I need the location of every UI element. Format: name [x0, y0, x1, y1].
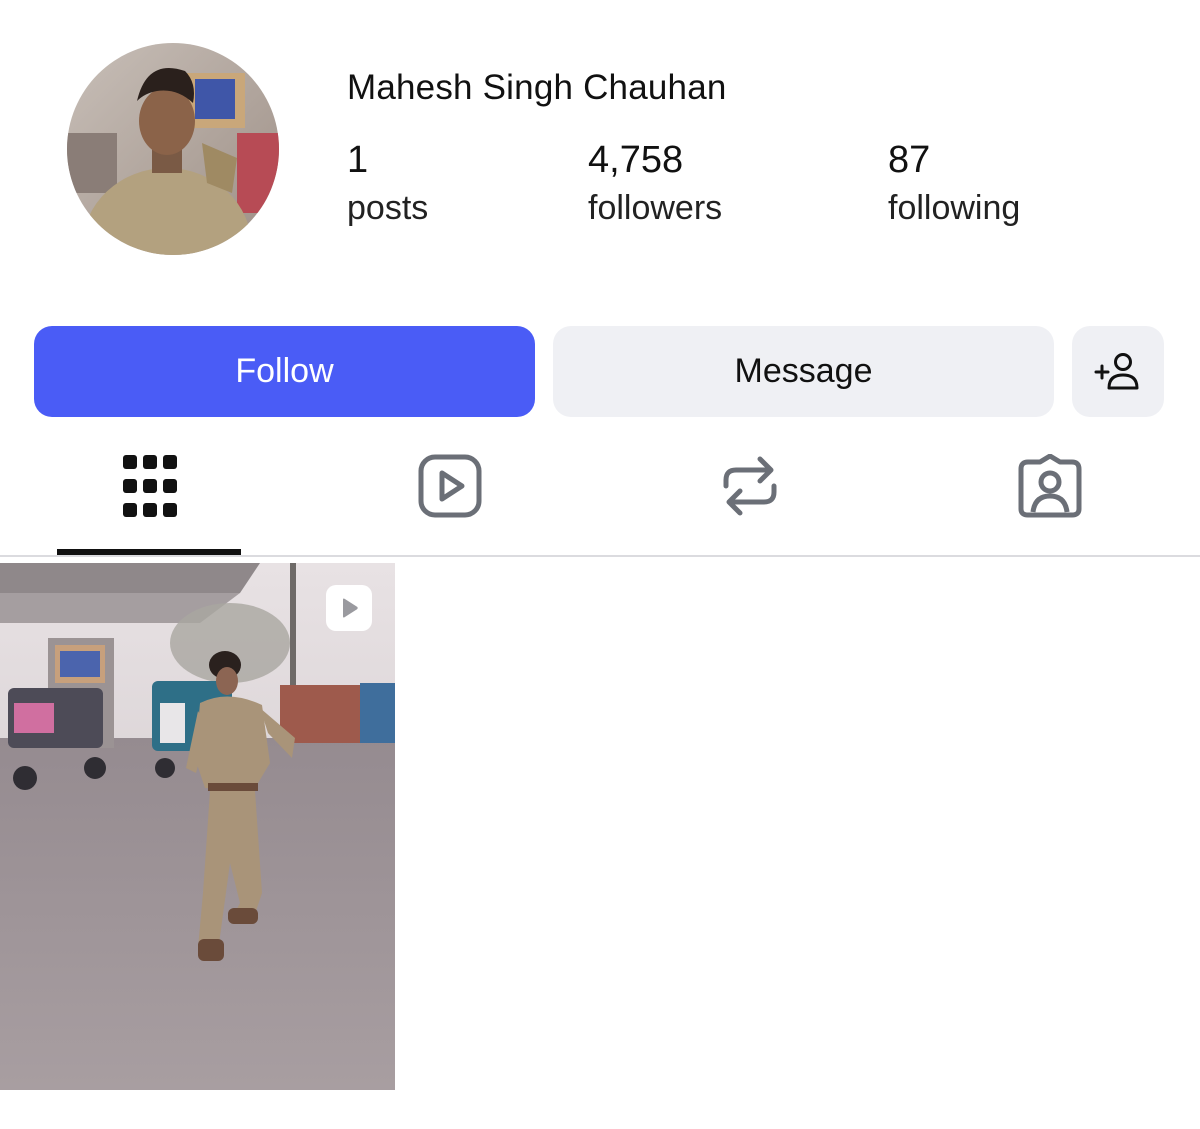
post-thumbnail[interactable]: [0, 563, 395, 1090]
following-stat[interactable]: 87 following: [888, 138, 1020, 230]
grid-icon: [123, 454, 177, 517]
profile-name: Mahesh Singh Chauhan: [347, 68, 727, 107]
message-button[interactable]: Message: [553, 326, 1054, 417]
followers-count: 4,758: [588, 139, 684, 181]
avatar-photo: [67, 43, 279, 255]
tab-reposts[interactable]: [600, 440, 900, 555]
suggest-users-button[interactable]: [1072, 326, 1164, 417]
active-tab-indicator: [57, 549, 241, 555]
reel-badge: [326, 585, 372, 631]
following-label: following: [888, 189, 1021, 227]
reposts-icon: [723, 456, 777, 515]
posts-label: posts: [347, 189, 429, 227]
tab-tagged[interactable]: [900, 440, 1200, 555]
play-icon: [343, 598, 358, 618]
reels-icon: [418, 454, 482, 517]
profile-tabs: [0, 440, 1200, 557]
posts-stat[interactable]: 1 posts: [347, 138, 428, 230]
add-user-icon: [1094, 352, 1139, 389]
post-photo: [0, 563, 395, 1090]
following-count: 87: [888, 139, 931, 181]
followers-label: followers: [588, 189, 723, 227]
tab-posts-grid[interactable]: [0, 440, 300, 555]
profile-avatar[interactable]: [67, 43, 279, 255]
followers-stat[interactable]: 4,758 followers: [588, 138, 722, 230]
posts-count: 1: [347, 139, 369, 181]
tab-reels[interactable]: [300, 440, 600, 555]
follow-button[interactable]: Follow: [34, 326, 535, 417]
tagged-icon: [1018, 453, 1082, 517]
